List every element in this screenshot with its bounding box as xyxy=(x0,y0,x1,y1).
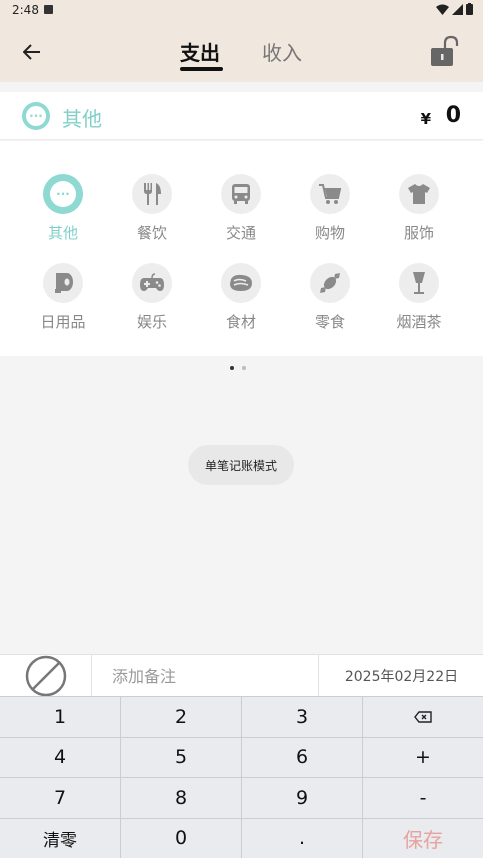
more-dots-icon: ··· xyxy=(26,106,46,126)
backspace-icon xyxy=(414,711,432,723)
category-grid: ··· 其他 餐饮 交通 购物 服饰 日用品 娱乐 食材 零食 烟酒茶 xyxy=(0,141,483,356)
divider xyxy=(91,655,92,697)
more-dots-icon: ··· xyxy=(43,174,83,214)
key-plus[interactable]: + xyxy=(363,737,483,777)
fork-knife-icon xyxy=(132,174,172,214)
key-4[interactable]: 4 xyxy=(0,737,120,777)
category-ingredients[interactable]: 食材 xyxy=(201,263,281,332)
selected-category-icon: ··· xyxy=(22,102,50,130)
backspace-key[interactable] xyxy=(363,697,483,737)
spacer xyxy=(0,82,483,92)
key-1[interactable]: 1 xyxy=(0,697,120,737)
signal-icon xyxy=(452,3,463,15)
category-snacks[interactable]: 零食 xyxy=(290,263,370,332)
candy-icon xyxy=(310,263,350,303)
category-label: 餐饮 xyxy=(136,224,167,242)
category-label: 其他 xyxy=(47,224,78,242)
no-image-button[interactable] xyxy=(24,655,68,697)
key-0[interactable]: 0 xyxy=(121,818,241,858)
currency-symbol: ¥ xyxy=(420,110,431,128)
category-transport[interactable]: 交通 xyxy=(201,174,281,243)
prohibited-icon xyxy=(25,655,67,697)
gamepad-icon xyxy=(132,263,172,303)
notification-icon xyxy=(44,5,53,14)
wine-glass-icon xyxy=(399,263,439,303)
back-button[interactable] xyxy=(18,38,46,66)
wifi-icon xyxy=(436,4,449,15)
category-daily-goods[interactable]: 日用品 xyxy=(23,263,103,332)
key-2[interactable]: 2 xyxy=(121,697,241,737)
divider xyxy=(318,655,319,697)
amount-value: 0 xyxy=(445,103,461,128)
category-label: 零食 xyxy=(314,313,345,331)
shirt-icon xyxy=(399,174,439,214)
note-bar: 2025年02月22日 xyxy=(0,654,483,697)
page-dot-active xyxy=(230,366,234,370)
status-bar: 2:48 xyxy=(0,0,483,22)
key-9[interactable]: 9 xyxy=(242,778,362,818)
page-dot xyxy=(242,366,246,370)
category-clothing[interactable]: 服饰 xyxy=(379,174,459,243)
category-shopping[interactable]: 购物 xyxy=(290,174,370,243)
key-6[interactable]: 6 xyxy=(242,737,362,777)
date-picker-button[interactable]: 2025年02月22日 xyxy=(320,655,483,697)
category-label: 购物 xyxy=(314,224,345,242)
keypad: 1 2 3 4 5 6 + 7 8 9 - 清零 0 . 保存 xyxy=(0,696,483,858)
clear-key[interactable]: 清零 xyxy=(0,818,120,858)
category-label: 娱乐 xyxy=(136,313,167,331)
key-3[interactable]: 3 xyxy=(242,697,362,737)
status-time: 2:48 xyxy=(12,3,39,17)
category-label: 服饰 xyxy=(403,224,434,242)
category-dining[interactable]: 餐饮 xyxy=(112,174,192,243)
arrow-left-icon xyxy=(23,44,40,60)
save-button[interactable]: 保存 xyxy=(363,818,483,858)
category-entertainment[interactable]: 娱乐 xyxy=(112,263,192,332)
key-8[interactable]: 8 xyxy=(121,778,241,818)
tab-expense[interactable]: 支出 xyxy=(180,37,220,66)
note-input[interactable] xyxy=(112,663,302,689)
status-icons xyxy=(436,3,473,15)
category-tobacco-alcohol-tea[interactable]: 烟酒茶 xyxy=(379,263,459,332)
category-label: 食材 xyxy=(225,313,256,331)
header: 支出 收入 xyxy=(0,22,483,82)
battery-icon xyxy=(466,3,473,15)
cart-icon xyxy=(310,174,350,214)
category-other[interactable]: ··· 其他 xyxy=(23,174,103,243)
selected-category-label: 其他 xyxy=(62,107,102,131)
tab-indicator xyxy=(180,67,223,71)
lock-button[interactable] xyxy=(427,34,463,70)
category-label: 交通 xyxy=(225,224,256,242)
unlocked-padlock-icon xyxy=(431,35,459,66)
meat-icon xyxy=(221,263,261,303)
tab-income[interactable]: 收入 xyxy=(262,37,302,66)
key-5[interactable]: 5 xyxy=(121,737,241,777)
key-minus[interactable]: - xyxy=(363,778,483,818)
single-entry-mode-button[interactable]: 单笔记账模式 xyxy=(188,445,294,485)
key-7[interactable]: 7 xyxy=(0,778,120,818)
key-decimal[interactable]: . xyxy=(242,818,362,858)
amount-row: ··· 其他 ¥ 0 xyxy=(0,92,483,140)
category-label: 日用品 xyxy=(40,313,86,331)
bus-icon xyxy=(221,174,261,214)
page-indicator xyxy=(230,366,246,370)
tissue-roll-icon xyxy=(43,263,83,303)
category-label: 烟酒茶 xyxy=(396,313,442,331)
